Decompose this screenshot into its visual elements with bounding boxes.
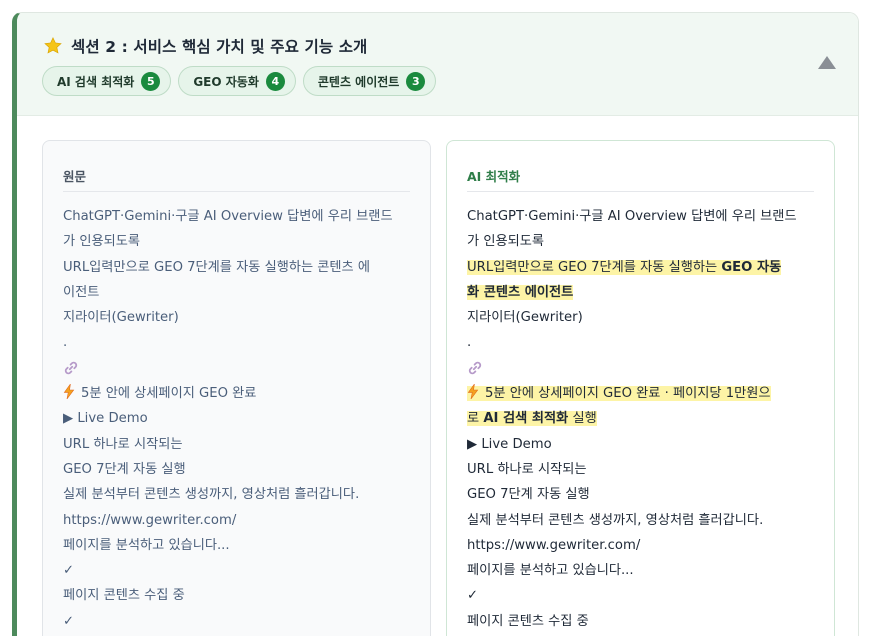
- text-line: 페이지를 분석하고 있습니다...: [63, 537, 230, 553]
- text-line: URL 하나로 시작되는: [63, 436, 183, 452]
- highlight-text: URL입력만으로 GEO 7단계를 자동 실행하는: [467, 259, 722, 275]
- text-line: https://www.gewriter.com/: [63, 512, 237, 528]
- link-icon: [64, 361, 78, 375]
- text-line: 5분 안에 상세페이지 GEO 완료: [63, 381, 414, 406]
- text-line: 지라이터(Gewriter): [63, 310, 179, 326]
- original-panel-label: 원문: [63, 169, 87, 184]
- text-line: 실제 분석부터 콘텐츠 생성까지, 영상처럼 흘러갑니다.: [467, 512, 764, 528]
- text-line: GEO 7단계 자동 실행: [467, 487, 590, 503]
- text-line: 페이지 콘텐츠 수집 중: [63, 588, 185, 604]
- text-line: .: [467, 335, 472, 351]
- badge-label: AI 검색 최적화: [57, 74, 135, 89]
- highlight-strong: GEO 자동: [721, 259, 782, 275]
- text-line: ✓: [467, 588, 479, 604]
- text-line: 페이지를 분석하고 있습니다...: [467, 563, 634, 579]
- text-line: 페이지 콘텐츠 수집 중: [467, 613, 589, 629]
- section-title-row: 섹션 2 : 서비스 핵심 가치 및 주요 기능 소개: [43, 35, 367, 57]
- section-card: 섹션 2 : 서비스 핵심 가치 및 주요 기능 소개 AI 검색 최적화 5 …: [12, 12, 859, 636]
- link-line: [467, 356, 818, 381]
- link-line: [63, 356, 414, 381]
- original-text: ChatGPT·Gemini·구글 AI Overview 답변에 우리 브랜드…: [63, 204, 414, 634]
- badge-content-agent[interactable]: 콘텐츠 에이전트 3: [302, 66, 437, 96]
- text-content: 5분 안에 상세페이지 GEO 완료: [81, 386, 257, 402]
- text-line: GEO 7단계 자동 실행: [63, 461, 186, 477]
- highlight-strong: 화 콘텐츠 에이전트: [467, 284, 574, 300]
- optimized-text: ChatGPT·Gemini·구글 AI Overview 답변에 우리 브랜드…: [467, 204, 818, 634]
- text-line: ChatGPT·Gemini·구글 AI Overview 답변에 우리 브랜드: [63, 209, 393, 224]
- highlight-strong: AI 검색 최적화: [483, 411, 569, 427]
- text-line: 지라이터(Gewriter): [467, 310, 583, 326]
- text-line: ✓: [63, 563, 75, 579]
- text-line: 가 인용되도록: [63, 234, 140, 250]
- text-line: ▶ Live Demo: [467, 436, 552, 452]
- badge-list: AI 검색 최적화 5 GEO 자동화 4 콘텐츠 에이전트 3: [42, 66, 437, 96]
- badge-count: 5: [141, 71, 161, 91]
- text-line: ChatGPT·Gemini·구글 AI Overview 답변에 우리 브랜드: [467, 209, 797, 224]
- highlight-text: 실행: [568, 411, 597, 427]
- lightning-icon: [63, 384, 75, 400]
- collapse-arrow-icon[interactable]: [818, 56, 836, 69]
- badge-label: GEO 자동화: [193, 74, 259, 89]
- section-header[interactable]: 섹션 2 : 서비스 핵심 가치 및 주요 기능 소개 AI 검색 최적화 5 …: [17, 13, 858, 116]
- optimized-panel: AI 최적화 ChatGPT·Gemini·구글 AI Overview 답변에…: [446, 140, 835, 636]
- panel-divider: [467, 191, 814, 192]
- badge-count: 4: [265, 71, 285, 91]
- text-content: 5분 안에 상세페이지 GEO 완료 · 페이지당 1만원으: [485, 386, 771, 402]
- section-title: 섹션 2 : 서비스 핵심 가치 및 주요 기능 소개: [71, 38, 368, 56]
- link-icon: [468, 361, 482, 375]
- text-line: 실제 분석부터 콘텐츠 생성까지, 영상처럼 흘러갑니다.: [63, 487, 360, 503]
- text-line-highlighted: URL입력만으로 GEO 7단계를 자동 실행하는 GEO 자동: [467, 255, 818, 280]
- text-line: ▶ Live Demo: [63, 411, 148, 427]
- original-panel: 원문 ChatGPT·Gemini·구글 AI Overview 답변에 우리 …: [42, 140, 431, 636]
- badge-label: 콘텐츠 에이전트: [317, 74, 400, 89]
- text-line: URL 하나로 시작되는: [467, 461, 587, 477]
- text-line-highlighted: 5분 안에 상세페이지 GEO 완료 · 페이지당 1만원으: [467, 381, 818, 406]
- text-line: 이전트: [63, 284, 100, 300]
- badge-geo-automation[interactable]: GEO 자동화 4: [178, 66, 296, 96]
- highlight-text: 로: [467, 411, 484, 427]
- badge-ai-search[interactable]: AI 검색 최적화 5: [42, 66, 172, 96]
- panel-divider: [63, 191, 410, 192]
- text-line-highlighted: 화 콘텐츠 에이전트: [467, 280, 818, 305]
- badge-count: 3: [406, 71, 426, 91]
- star-icon: [44, 37, 62, 54]
- lightning-icon: [467, 384, 479, 400]
- text-line: ✓: [63, 613, 75, 629]
- text-line: .: [63, 335, 68, 351]
- highlight-text: 5분 안에 상세페이지 GEO 완료 · 페이지당 1만원으: [467, 384, 771, 402]
- text-line-highlighted: 로 AI 검색 최적화 실행: [467, 406, 818, 431]
- text-line: 가 인용되도록: [467, 234, 544, 250]
- text-line: https://www.gewriter.com/: [467, 537, 641, 553]
- optimized-panel-label: AI 최적화: [467, 169, 521, 184]
- text-line: URL입력만으로 GEO 7단계를 자동 실행하는 콘텐츠 에: [63, 259, 371, 275]
